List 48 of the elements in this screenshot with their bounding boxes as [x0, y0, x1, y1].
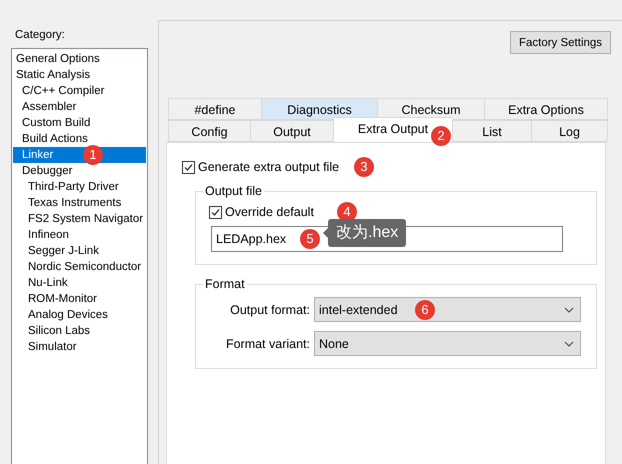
tab[interactable]: Config	[168, 120, 250, 142]
tab[interactable]: List	[452, 120, 531, 142]
category-label: Category:	[15, 29, 66, 41]
tab[interactable]: Extra Options	[484, 98, 608, 120]
sidebar-item[interactable]: Nu-Link	[13, 275, 146, 291]
number-badge: 1	[83, 145, 103, 165]
number-badge: 2	[431, 126, 451, 146]
sidebar-item[interactable]: Analog Devices	[13, 307, 146, 323]
sidebar-item[interactable]: Static Analysis	[13, 67, 146, 83]
number-badge: 3	[354, 157, 374, 177]
tab[interactable]: Log	[531, 120, 608, 142]
tab[interactable]: Output	[250, 120, 333, 142]
sidebar-item[interactable]: Nordic Semiconductor	[13, 259, 146, 275]
sidebar-item[interactable]: Build Actions	[13, 131, 146, 147]
chevron-icon	[564, 340, 574, 346]
tab[interactable]: Checksum	[377, 98, 484, 120]
sidebar-item[interactable]: Linker 1	[13, 147, 146, 163]
tab[interactable]: #define	[168, 98, 261, 120]
sidebar-item[interactable]: Segger J-Link	[13, 243, 146, 259]
note-tooltip: 改为.hex	[323, 219, 406, 247]
sidebar-item[interactable]: FS2 System Navigator	[13, 211, 146, 227]
dropdown[interactable]: None	[314, 331, 581, 356]
sidebar-item[interactable]: Texas Instruments	[13, 195, 146, 211]
sidebar-item[interactable]: Third-Party Driver	[13, 179, 146, 195]
checkbox[interactable]	[209, 206, 222, 218]
sidebar-item[interactable]: Silicon Labs	[13, 323, 146, 339]
sidebar-item[interactable]: ROM-Monitor	[13, 291, 146, 307]
sidebar-item[interactable]: C/C++ Compiler	[13, 83, 146, 99]
checkbox-label: Override default	[225, 205, 314, 219]
sidebar-item[interactable]: Debugger	[13, 163, 146, 179]
number-badge: 6	[415, 300, 435, 320]
number-badge: 5	[300, 229, 320, 249]
group-title: Format	[204, 277, 246, 291]
dropdown[interactable]: intel-extended 6	[314, 297, 581, 322]
checkbox-label: Generate extra output file	[198, 160, 340, 174]
tab[interactable]: Diagnostics	[261, 98, 377, 120]
field-label: Output format:	[230, 302, 310, 316]
factory-settings-button[interactable]: Factory Settings	[510, 31, 611, 54]
checkbox[interactable]	[182, 160, 195, 174]
sidebar-item[interactable]: Custom Build	[13, 115, 146, 131]
sidebar-item[interactable]: Assembler	[13, 99, 146, 115]
group-title: Output file	[204, 184, 263, 198]
sidebar-item[interactable]: Simulator	[13, 339, 146, 355]
chevron-icon	[564, 306, 574, 312]
sidebar-item[interactable]: General Options	[13, 51, 146, 67]
sidebar-item[interactable]: Infineon	[13, 227, 146, 243]
tooltip-pointer-icon	[323, 228, 328, 238]
field-label: Format variant:	[226, 336, 310, 350]
